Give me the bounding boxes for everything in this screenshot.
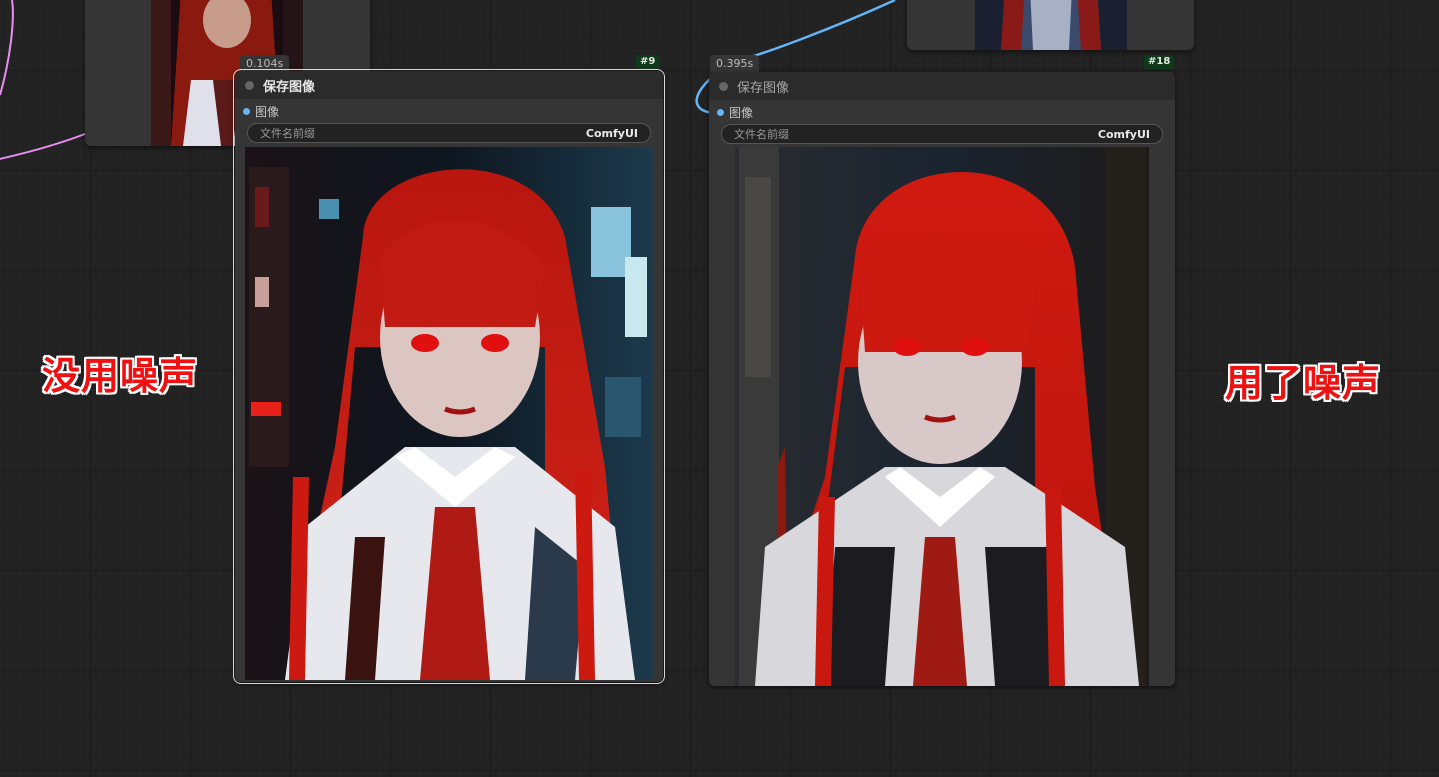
- widget-label: 文件名前缀: [260, 127, 315, 140]
- input-slot-dot-icon[interactable]: [243, 107, 250, 115]
- filename-prefix-widget[interactable]: 文件名前缀 ComfyUI: [247, 123, 651, 143]
- node-title: 保存图像: [263, 79, 316, 95]
- save-image-node-right[interactable]: 保存图像 图像 文件名前缀 ComfyUI: [709, 72, 1175, 686]
- node-id-badge: #9: [636, 55, 660, 69]
- input-slot-dot-icon[interactable]: [717, 108, 724, 116]
- widget-label: 文件名前缀: [734, 128, 789, 141]
- widget-value[interactable]: ComfyUI: [586, 127, 638, 140]
- preview-image-top-right: [975, 0, 1127, 50]
- save-image-node-left[interactable]: 保存图像 图像 文件名前缀 ComfyUI: [233, 69, 665, 684]
- node-title-bar[interactable]: 保存图像: [709, 72, 1175, 100]
- input-label: 图像: [729, 105, 754, 120]
- node-id-badge: #18: [1144, 55, 1175, 69]
- collapse-dot-icon[interactable]: [245, 80, 254, 90]
- node-title-bar[interactable]: 保存图像: [235, 71, 663, 99]
- caption-with-noise: 用了噪声: [1225, 361, 1382, 405]
- execution-time-label: 0.104s: [240, 55, 290, 72]
- caption-without-noise: 没用噪声: [42, 354, 199, 398]
- latent-wire[interactable]: [0, 131, 91, 160]
- latent-wire-upper[interactable]: [0, 0, 14, 96]
- collapse-dot-icon[interactable]: [719, 81, 728, 91]
- preview-node-top-right[interactable]: [907, 0, 1194, 50]
- image-input-slot[interactable]: 图像: [709, 103, 1175, 121]
- input-label: 图像: [255, 104, 280, 119]
- filename-prefix-widget[interactable]: 文件名前缀 ComfyUI: [721, 124, 1163, 144]
- image-input-slot[interactable]: 图像: [235, 102, 663, 120]
- output-image-left: [245, 147, 653, 680]
- execution-time-label: 0.395s: [710, 55, 760, 72]
- widget-value[interactable]: ComfyUI: [1098, 128, 1150, 141]
- node-title: 保存图像: [737, 80, 790, 96]
- output-image-right: [735, 147, 1149, 686]
